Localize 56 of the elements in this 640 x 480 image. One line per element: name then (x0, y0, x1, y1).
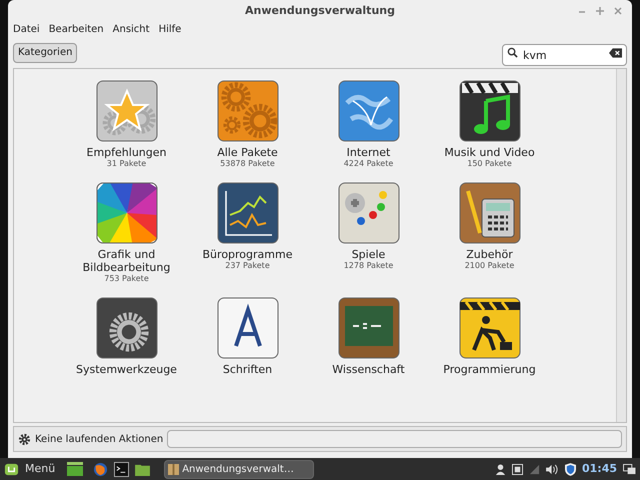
menu-item[interactable]: Datei (13, 22, 40, 38)
category-name[interactable]: Zubehör (466, 248, 513, 261)
gamepad-icon[interactable] (336, 180, 400, 245)
package-count: 53878 Pakete (220, 158, 275, 169)
status-text: Keine laufenden Aktionen (35, 432, 164, 447)
desktop-icon[interactable] (67, 462, 84, 476)
gears-icon[interactable] (216, 78, 280, 143)
category-name[interactable]: Empfehlungen (86, 146, 166, 159)
package-count: 2100 Pakete (464, 260, 514, 271)
package-count: 237 Pakete (225, 260, 270, 271)
folder-icon[interactable] (135, 462, 150, 476)
clock[interactable]: 01:45 (582, 460, 617, 478)
letter-icon[interactable] (216, 296, 280, 360)
gear-icon (18, 432, 31, 446)
package-count: 1278 Pakete (344, 260, 394, 271)
shield-icon[interactable] (564, 462, 576, 476)
category-name[interactable]: Alle Pakete (217, 146, 278, 159)
category-name[interactable]: Spiele (352, 248, 386, 261)
category-name[interactable]: Schriften (222, 362, 272, 376)
menu-item[interactable]: Bearbeiten (48, 22, 104, 38)
package-icon (168, 464, 180, 474)
category-name[interactable]: Internet (346, 146, 390, 159)
color-wheel-icon[interactable] (94, 180, 158, 245)
volume-icon[interactable] (546, 464, 559, 474)
taskbar-window-button[interactable]: Anwendungsverwalt… (164, 460, 314, 478)
music-note-icon[interactable] (458, 78, 522, 143)
chalkboard-icon[interactable] (336, 296, 400, 360)
package-count: 31 Pakete (106, 158, 146, 169)
clipboard-icon[interactable] (512, 464, 523, 474)
gear-icon[interactable] (94, 296, 158, 360)
search-field[interactable]: kvm (502, 44, 627, 66)
menu-button[interactable]: Menü (25, 460, 56, 478)
categories-button[interactable]: Kategorien (13, 42, 78, 63)
browser-icon[interactable] (93, 462, 108, 476)
calculator-icon[interactable] (458, 180, 522, 245)
category-name[interactable]: Büroprogramme (202, 248, 292, 261)
clear-icon[interactable] (609, 48, 622, 58)
package-count: 753 Pakete (104, 274, 149, 284)
package-count: 150 Pakete (467, 158, 512, 169)
category-name[interactable]: Grafik und Bildbearbeitung (68, 248, 186, 274)
window-title: Anwendungsverwaltung (245, 2, 395, 19)
category-name[interactable]: Musik und Video (444, 146, 535, 159)
scrollbar[interactable] (616, 68, 626, 422)
category-name[interactable]: Systemwerkzeuge (76, 362, 177, 376)
terminal-icon[interactable] (114, 462, 130, 476)
windows-icon[interactable] (623, 464, 636, 474)
construction-worker-icon[interactable] (458, 296, 522, 360)
star-gears-icon[interactable] (94, 78, 158, 143)
package-count: 4224 Pakete (344, 158, 394, 169)
menu-item[interactable]: Ansicht (112, 22, 150, 38)
category-name[interactable]: Wissenschaft (332, 362, 405, 376)
line-chart-icon[interactable] (216, 180, 280, 245)
category-name[interactable]: Programmierung (443, 362, 536, 376)
menu-item[interactable]: Hilfe (158, 22, 182, 38)
search-icon (507, 46, 518, 58)
user-icon[interactable] (494, 464, 506, 474)
